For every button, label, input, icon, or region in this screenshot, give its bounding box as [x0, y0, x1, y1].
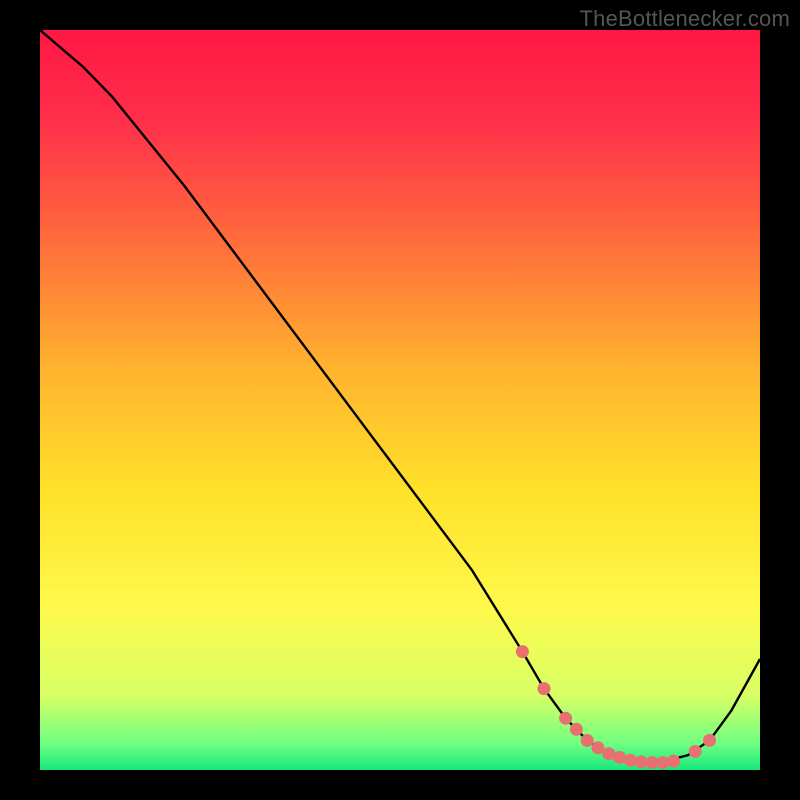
- highlight-point: [570, 723, 583, 736]
- chart-curve: [40, 30, 760, 763]
- highlight-point: [667, 755, 680, 768]
- highlight-markers: [516, 645, 716, 769]
- highlight-point: [689, 745, 702, 758]
- highlight-point: [581, 734, 594, 747]
- highlight-point: [559, 712, 572, 725]
- highlight-point: [703, 734, 716, 747]
- highlight-point: [538, 682, 551, 695]
- chart-frame: TheBottlenecker.com: [0, 0, 800, 800]
- plot-area: [40, 30, 760, 770]
- watermark-text: TheBottlenecker.com: [580, 6, 790, 32]
- curve-layer: [40, 30, 760, 770]
- highlight-point: [516, 645, 529, 658]
